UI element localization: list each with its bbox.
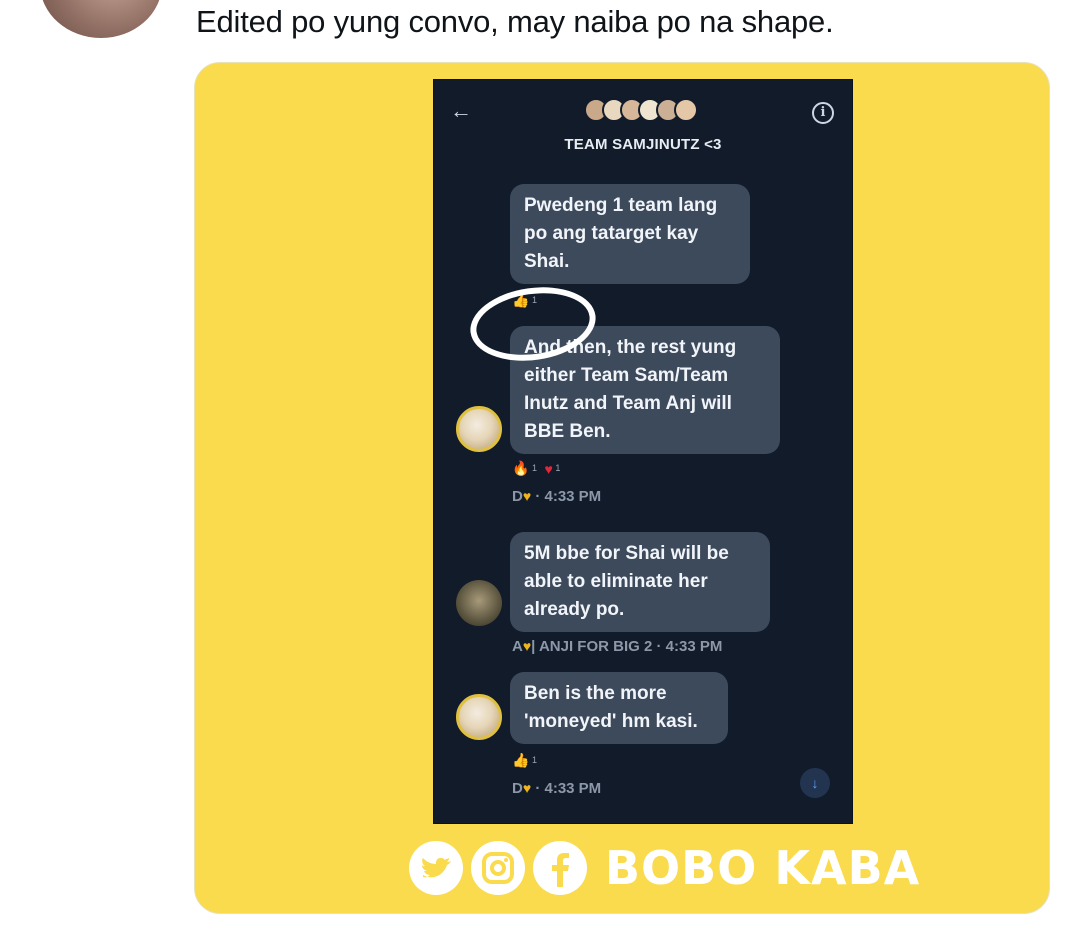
sender-avatar [456, 406, 502, 452]
sender-avatar [456, 580, 502, 626]
tweet-text: Edited po yung convo, may naiba po na sh… [196, 4, 834, 39]
message-time: · 4:33 PM [535, 488, 602, 505]
info-icon: i [812, 102, 834, 124]
fire-icon: 🔥 [512, 460, 530, 476]
message-line: able to eliminate her [524, 571, 708, 592]
instagram-icon [471, 841, 525, 895]
message-bubble: Ben is the more 'moneyed' hm kasi. [510, 672, 728, 744]
message-line: already po. [524, 599, 625, 620]
sender-name: D [512, 780, 523, 797]
message-line: 5M bbe for Shai will be [524, 543, 729, 564]
scroll-down-icon: ↓ [800, 768, 830, 798]
message-line: 'moneyed' hm kasi. [524, 711, 698, 732]
reaction-count: 1 [531, 754, 537, 765]
yellow-heart-icon: ♥ [522, 488, 532, 504]
twitter-icon [409, 841, 463, 895]
message-time: · 4:33 PM [656, 638, 723, 655]
message-line: Inutz and Team Anj will [524, 393, 732, 414]
message-time: · 4:33 PM [535, 780, 602, 797]
message-bubble: 5M bbe for Shai will be able to eliminat… [510, 532, 770, 632]
message-meta: A♥| ANJI FOR BIG 2 · 4:33 PM [512, 638, 722, 655]
message-bubble: Pwedeng 1 team lang po ang tatarget kay … [510, 184, 750, 284]
yellow-heart-icon: ♥ [522, 638, 532, 654]
reaction-row: 🔥 1 ♥ 1 [512, 460, 560, 477]
message-meta: D♥ · 4:33 PM [512, 780, 601, 797]
facebook-icon [533, 841, 587, 895]
reaction-count: 1 [531, 462, 537, 473]
arrow-left-icon: ← [450, 98, 472, 123]
reaction-row: 👍 1 [512, 752, 537, 769]
group-avatars [584, 98, 704, 124]
sender-name: D [512, 488, 523, 505]
watermark-text: BOBO KABA [605, 841, 921, 895]
message-line: Shai. [524, 251, 570, 272]
sender-name-suffix: | ANJI FOR BIG 2 [531, 638, 653, 655]
message-line: po ang tatarget kay [524, 223, 699, 244]
yellow-heart-icon: ♥ [522, 780, 532, 796]
reaction-count: 1 [555, 462, 561, 473]
profile-avatar[interactable] [40, 0, 162, 38]
message-line: Ben is the more [524, 683, 667, 704]
message-line: BBE Ben. [524, 421, 611, 442]
chat-screenshot: ← i TEAM SAMJINUTZ <3 Pwedeng 1 team lan… [433, 79, 853, 824]
watermark: BOBO KABA [409, 831, 969, 901]
tweet-media-image[interactable]: ← i TEAM SAMJINUTZ <3 Pwedeng 1 team lan… [194, 62, 1050, 914]
message-line: Pwedeng 1 team lang [524, 195, 718, 216]
sender-name: A [512, 638, 523, 655]
group-title: TEAM SAMJINUTZ <3 [564, 136, 722, 153]
thumbs-up-icon: 👍 [512, 752, 530, 768]
member-avatar [674, 98, 698, 122]
message-meta: D♥ · 4:33 PM [512, 488, 601, 505]
heart-icon: ♥ [544, 460, 553, 477]
sender-avatar [456, 694, 502, 740]
message-line: either Team Sam/Team [524, 365, 729, 386]
